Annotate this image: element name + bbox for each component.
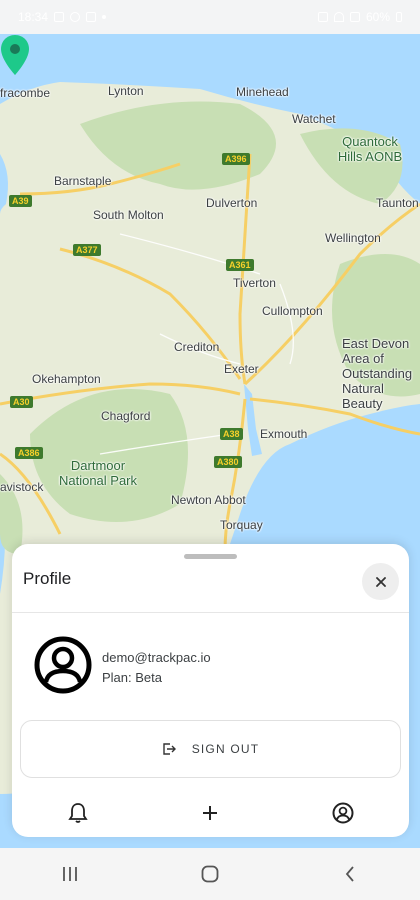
map-label: East Devon Area of Outstanding Natural B… — [342, 336, 413, 411]
user-email: demo@trackpac.io — [102, 650, 211, 665]
road-shield: A377 — [73, 244, 101, 256]
road-shield: A380 — [214, 456, 242, 468]
map-label: Taunton — [376, 196, 419, 210]
status-right: 60% — [317, 10, 402, 24]
road-shield: A38 — [220, 428, 243, 440]
profile-sheet: Profile demo@trackpac.io Plan: Beta SIGN… — [12, 544, 409, 837]
more-notifications-icon — [102, 15, 107, 19]
battery-level: 60% — [365, 10, 390, 24]
map-label: Dulverton — [206, 196, 258, 210]
map-label: Barnstaple — [54, 174, 112, 188]
map-label: Minehead — [236, 85, 289, 99]
map-label: Okehampton — [32, 372, 101, 386]
home-button[interactable] — [180, 856, 240, 892]
status-bar: 18:34 60% — [0, 0, 420, 34]
close-button[interactable] — [362, 563, 399, 600]
add-button[interactable] — [190, 795, 230, 831]
road-shield: A39 — [9, 195, 32, 207]
map-label: Tiverton — [233, 276, 276, 290]
account-button[interactable] — [323, 795, 363, 831]
map-label: Exeter — [224, 362, 259, 376]
plus-icon — [203, 806, 218, 820]
road-shield: A30 — [10, 396, 33, 408]
road-shield: A361 — [226, 259, 254, 271]
bell-icon — [68, 803, 88, 823]
location-pin-icon[interactable] — [0, 34, 30, 76]
status-time: 18:34 — [18, 10, 49, 24]
map-label: Torquay — [220, 518, 263, 532]
account-icon — [332, 802, 354, 824]
bottom-nav — [12, 794, 409, 832]
drag-handle[interactable] — [184, 554, 237, 559]
gallery-notification-icon — [54, 12, 65, 22]
back-button[interactable] — [320, 856, 380, 892]
message-notification-icon — [86, 12, 97, 22]
status-left: 18:34 — [18, 10, 107, 24]
home-icon — [201, 865, 219, 883]
system-navigation-bar — [0, 848, 420, 900]
notifications-button[interactable] — [58, 795, 98, 831]
map-label: Newton Abbot — [171, 493, 246, 507]
map-label: fracombe — [0, 86, 51, 100]
sheet-title: Profile — [23, 569, 72, 588]
divider — [12, 612, 409, 613]
back-icon — [345, 866, 354, 882]
app-notification-icon — [70, 12, 81, 22]
signal-icon — [349, 12, 360, 22]
recent-apps-button[interactable] — [40, 856, 100, 892]
close-icon — [375, 576, 386, 587]
map-label: Lynton — [108, 84, 144, 98]
map-label: South Molton — [93, 208, 164, 222]
map-label: Crediton — [174, 340, 220, 354]
mute-icon — [317, 12, 328, 22]
map-label: Chagford — [101, 409, 151, 423]
account-circle-icon — [34, 636, 92, 694]
map-label: Quantock Hills AONB — [337, 134, 403, 164]
user-plan: Plan: Beta — [102, 670, 162, 685]
map-label: Cullompton — [262, 304, 323, 318]
sign-out-button[interactable]: SIGN OUT — [20, 720, 401, 778]
map-label: avistock — [0, 480, 44, 494]
road-shield: A386 — [15, 447, 43, 459]
recent-apps-icon — [63, 867, 77, 881]
map-label: Exmouth — [260, 427, 308, 441]
map-label: Dartmoor National Park — [58, 458, 138, 488]
map-label: Watchet — [292, 112, 336, 126]
map-label: Wellington — [325, 231, 381, 245]
wifi-icon — [333, 12, 344, 22]
sign-out-label: SIGN OUT — [191, 742, 260, 756]
road-shield: A396 — [222, 153, 250, 165]
logout-icon — [162, 743, 176, 755]
battery-icon — [396, 12, 402, 22]
